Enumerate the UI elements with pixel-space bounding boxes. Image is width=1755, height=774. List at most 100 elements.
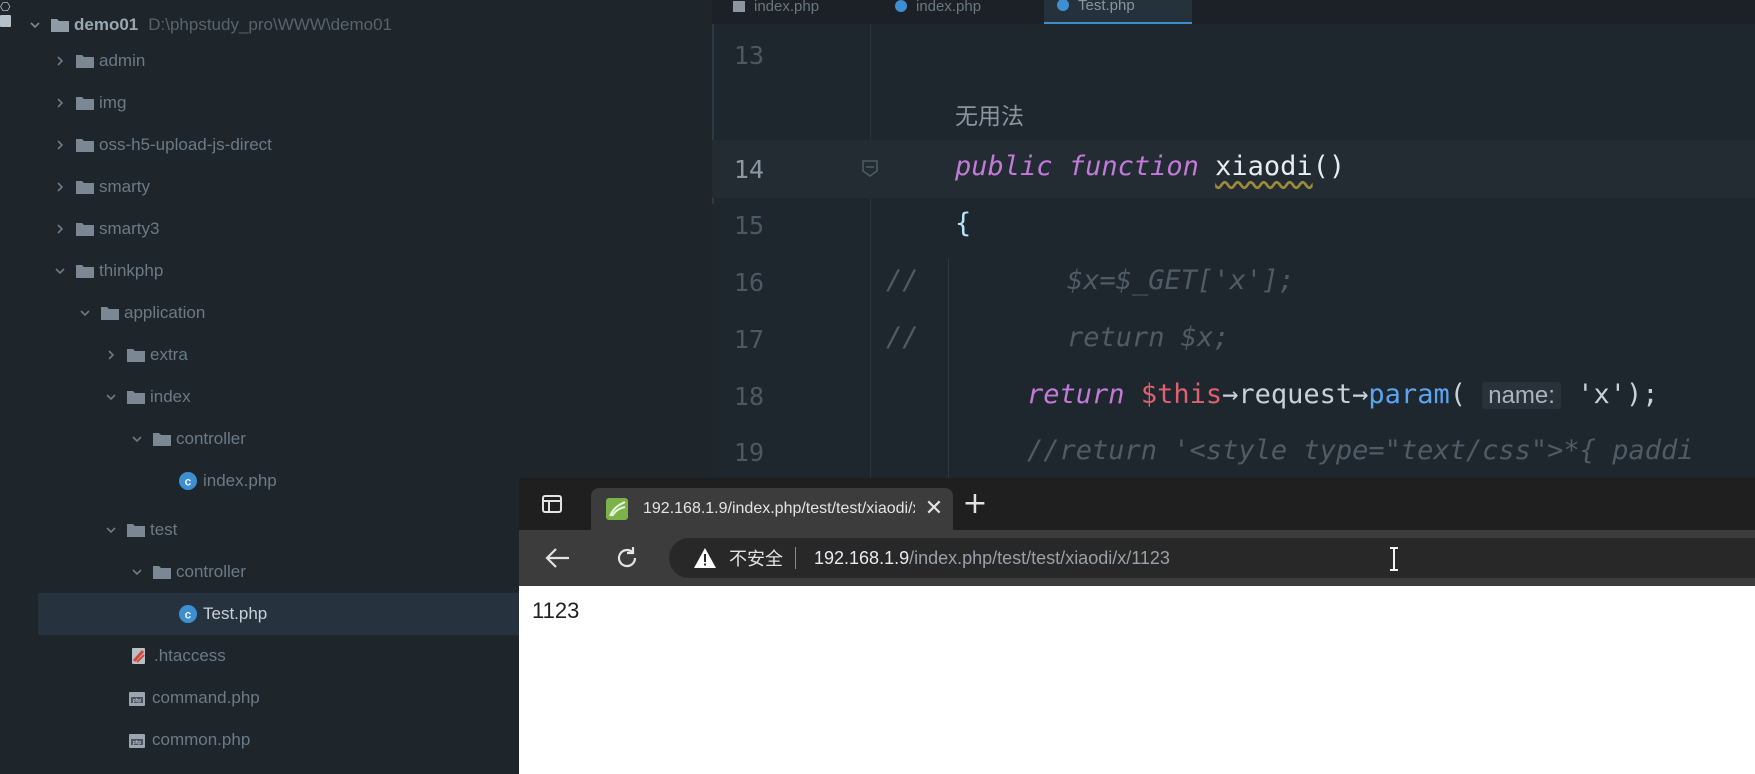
tree-item-thinkphp[interactable]: thinkphp <box>0 250 712 292</box>
tree-item-label: common.php <box>152 730 251 749</box>
page-body-text: 1123 <box>532 598 580 623</box>
keyword-return: return <box>1027 379 1125 410</box>
tree-item-smarty[interactable]: smarty <box>0 166 712 208</box>
folder-icon <box>51 19 69 32</box>
function-name: xiaodi <box>1215 151 1313 182</box>
code-line-17[interactable]: return $x; <box>1067 322 1230 353</box>
tree-item-smarty3[interactable]: smarty3 <box>0 208 712 250</box>
url-path: /index.php/test/test/xiaodi/x/1123 <box>909 547 1170 568</box>
tree-item-label: smarty3 <box>99 219 160 238</box>
code-line-14[interactable]: public function xiaodi() <box>955 151 1345 182</box>
code-line-18[interactable]: return $this→request→param( name: 'x'); <box>1027 379 1659 410</box>
line-number: 17 <box>733 325 764 354</box>
tree-item-label: admin <box>99 51 146 70</box>
php-script-file-icon: php <box>129 734 145 748</box>
tree-item-oss-h5-upload-js-direct[interactable]: oss-h5-upload-js-direct <box>0 124 712 166</box>
text-cursor-icon <box>1390 547 1398 571</box>
chevron-right-icon[interactable] <box>53 54 67 68</box>
php-script-file-icon: php <box>129 692 145 706</box>
arrow-operator: → <box>1222 379 1239 410</box>
browser-tab-title: 192.168.1.9/index.php/test/test/xiaodi/x… <box>643 500 915 517</box>
url-host: 192.168.1.9 <box>814 547 910 568</box>
code-line-15[interactable]: { <box>955 208 971 239</box>
tree-item-label: controller <box>176 429 246 448</box>
tree-item-label: Test.php <box>203 604 268 623</box>
browser-window: 192.168.1.9/index.php/test/test/xiaodi/x… <box>519 478 1755 774</box>
warning-icon[interactable] <box>693 547 717 569</box>
tree-item-extra[interactable]: extra <box>0 334 712 376</box>
tree-item-index-controller[interactable]: controller <box>0 418 712 460</box>
tab-index-php-1[interactable]: index.php <box>732 0 882 18</box>
security-status-label[interactable]: 不安全 <box>729 545 783 571</box>
tab-test-php[interactable]: Test.php <box>1044 0 1192 24</box>
usage-inlay-hint[interactable]: 无用法 <box>955 97 1024 131</box>
method-param: param <box>1368 379 1450 410</box>
php-script-file-icon <box>733 1 745 12</box>
tree-item-label: index <box>150 387 191 406</box>
fold-gutter-divider <box>870 24 871 484</box>
reload-icon[interactable] <box>613 544 641 572</box>
htaccess-file-icon <box>132 648 145 664</box>
address-bar[interactable]: 不安全 192.168.1.9/index.php/test/test/xiao… <box>669 538 1755 578</box>
close-paren: ); <box>1625 379 1659 410</box>
editor-tab-bar: index.php index.php Test.php <box>712 0 1755 24</box>
folder-icon <box>153 566 171 579</box>
folder-icon <box>127 349 145 362</box>
fold-marker-icon[interactable] <box>860 158 880 178</box>
chevron-right-icon[interactable] <box>53 180 67 194</box>
code-line-19[interactable]: //return '<style type="text/css">*{ padd… <box>1027 435 1693 466</box>
chevron-down-icon[interactable] <box>130 432 144 446</box>
folder-icon <box>76 55 94 68</box>
tab-label: index.php <box>754 0 820 15</box>
plus-icon[interactable]: + <box>961 489 989 519</box>
line-number: 18 <box>733 382 764 411</box>
tab-label: Test.php <box>1078 0 1135 14</box>
php-class-file-icon <box>1057 0 1069 11</box>
php-class-file-icon: c <box>179 472 197 490</box>
php-class-file-icon <box>895 0 907 12</box>
chevron-down-icon[interactable] <box>78 306 92 320</box>
browser-tab-strip: 192.168.1.9/index.php/test/test/xiaodi/x… <box>519 478 1755 530</box>
chevron-down-icon[interactable] <box>28 18 42 32</box>
chevron-right-icon[interactable] <box>104 348 118 362</box>
tree-item-index[interactable]: index <box>0 376 712 418</box>
arrow-operator: → <box>1352 379 1369 410</box>
tree-item-label: test <box>150 520 178 539</box>
url-text[interactable]: 192.168.1.9/index.php/test/test/xiaodi/x… <box>814 548 1170 569</box>
close-icon[interactable]: ✕ <box>923 498 945 520</box>
folder-icon <box>76 223 94 236</box>
tab-index-php-2[interactable]: index.php <box>894 0 1044 18</box>
tree-item-label: img <box>99 93 127 112</box>
parameter-hint: name: <box>1482 382 1561 409</box>
tree-item-label: smarty <box>99 177 150 196</box>
folder-icon <box>76 97 94 110</box>
code-line-16[interactable]: $x=$_GET['x']; <box>1067 265 1295 296</box>
tree-item-label: extra <box>150 345 188 364</box>
chevron-right-icon[interactable] <box>53 222 67 236</box>
chevron-right-icon[interactable] <box>53 96 67 110</box>
browser-tab[interactable]: 192.168.1.9/index.php/test/test/xiaodi/x… <box>591 488 953 530</box>
svg-text:php: php <box>133 698 142 704</box>
tree-item-label: index.php <box>203 471 277 490</box>
favicon <box>606 498 628 520</box>
tree-root-path: D:\phpstudy_pro\WWW\demo01 <box>148 15 393 34</box>
folder-icon <box>76 181 94 194</box>
tree-item-label: command.php <box>152 688 260 707</box>
chevron-down-icon[interactable] <box>104 390 118 404</box>
chevron-down-icon[interactable] <box>104 523 118 537</box>
browser-page-content: 1123 <box>519 586 1755 774</box>
chevron-down-icon[interactable] <box>130 565 144 579</box>
tree-item-label: .htaccess <box>154 646 226 665</box>
comment-slashes: // <box>886 322 919 353</box>
sidebar-toggle-icon[interactable] <box>539 491 565 517</box>
tree-item-application[interactable]: application <box>0 292 712 334</box>
tree-item-label: oss-h5-upload-js-direct <box>99 135 272 154</box>
chevron-right-icon[interactable] <box>53 138 67 152</box>
php-class-file-icon: c <box>179 605 197 623</box>
comment-slashes: // <box>886 265 919 296</box>
svg-text:c: c <box>185 608 192 622</box>
tree-item-admin[interactable]: admin <box>0 40 712 82</box>
back-arrow-icon[interactable] <box>543 544 573 572</box>
chevron-down-icon[interactable] <box>53 264 67 278</box>
tree-item-img[interactable]: img <box>0 82 712 124</box>
